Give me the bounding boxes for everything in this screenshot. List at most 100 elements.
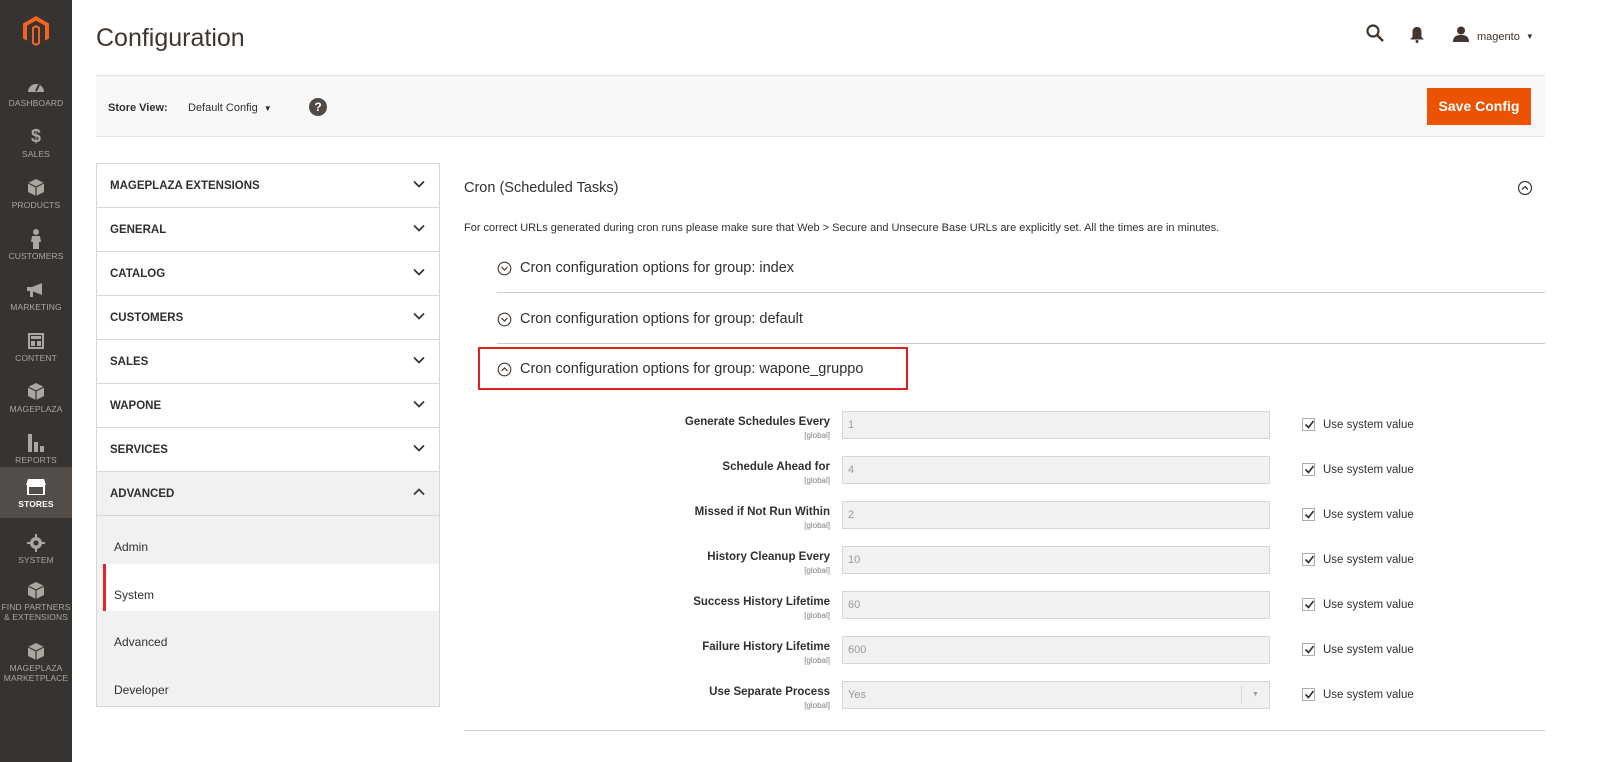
nav-label-line2: MARKETPLACE [3, 673, 69, 683]
checkbox[interactable] [1302, 553, 1315, 566]
expand-icon [497, 261, 512, 281]
checkbox[interactable] [1302, 508, 1315, 521]
use-system-value-checkbox[interactable]: Use system value [1302, 688, 1414, 701]
checkbox-label: Use system value [1323, 643, 1414, 656]
field-input[interactable]: 60 [842, 591, 1270, 619]
use-system-value-checkbox[interactable]: Use system value [1302, 463, 1414, 476]
use-system-value-checkbox[interactable]: Use system value [1302, 418, 1414, 431]
nav-label: DASHBOARD [8, 97, 64, 108]
advanced-subtabs: Admin System Advanced Developer [97, 516, 439, 706]
chevron-down-icon [413, 268, 425, 276]
section-title[interactable]: Cron (Scheduled Tasks) [464, 180, 618, 196]
tab-label: WAPONE [110, 400, 162, 412]
subtab-admin[interactable]: Admin [97, 516, 439, 564]
nav-customers[interactable]: CUSTOMERS [0, 219, 72, 270]
nav-label-line1: MAGEPLAZA [9, 663, 63, 673]
nav-dashboard[interactable]: DASHBOARD [0, 66, 72, 117]
tab-label: GENERAL [110, 224, 167, 236]
save-config-button[interactable]: Save Config [1427, 88, 1531, 125]
help-icon[interactable]: ? [309, 98, 327, 116]
checkbox-label: Use system value [1323, 598, 1414, 611]
field-row: Schedule Ahead for [global] 4 Use system… [500, 456, 1500, 486]
tab-advanced[interactable]: ADVANCED [97, 472, 439, 516]
tab-label: SERVICES [110, 444, 168, 456]
nav-label: PRODUCTS [11, 199, 61, 210]
use-system-value-checkbox[interactable]: Use system value [1302, 553, 1414, 566]
checkbox[interactable] [1302, 688, 1315, 701]
field-scope: [global] [804, 656, 830, 665]
nav-mageplaza-marketplace[interactable]: MAGEPLAZA MARKETPLACE [0, 634, 72, 690]
user-icon [1453, 26, 1469, 47]
field-scope: [global] [804, 431, 830, 440]
field-label: Use Separate Process [709, 686, 830, 698]
checkbox-label: Use system value [1323, 418, 1414, 431]
checkbox[interactable] [1302, 463, 1315, 476]
layout-icon [28, 331, 44, 351]
dollar-icon: $ [30, 126, 41, 146]
nav-label-line2: & EXTENSIONS [3, 612, 69, 622]
group-default-header[interactable]: Cron configuration options for group: de… [497, 294, 1545, 344]
group-index-header[interactable]: Cron configuration options for group: in… [497, 243, 1545, 293]
nav-label-line1: FIND PARTNERS [1, 602, 71, 612]
store-view-label: Store View: [108, 102, 168, 114]
tab-customers[interactable]: CUSTOMERS [97, 296, 439, 340]
field-input[interactable]: 10 [842, 546, 1270, 574]
user-menu[interactable]: magento ▼ [1453, 26, 1534, 47]
store-view-value: Default Config [188, 102, 258, 114]
nav-content[interactable]: CONTENT [0, 321, 72, 372]
subtab-label: System [114, 587, 155, 602]
nav-find-partners[interactable]: FIND PARTNERS & EXTENSIONS [0, 573, 72, 629]
field-label: Schedule Ahead for [722, 461, 830, 473]
field-input[interactable]: 4 [842, 456, 1270, 484]
magento-logo-icon[interactable] [0, 0, 72, 62]
subtab-system[interactable]: System [103, 563, 439, 611]
nav-stores[interactable]: STORES [0, 467, 72, 518]
use-system-value-checkbox[interactable]: Use system value [1302, 643, 1414, 656]
nav-label: MARKETING [10, 301, 62, 312]
checkbox[interactable] [1302, 643, 1315, 656]
checkbox[interactable] [1302, 598, 1315, 611]
tab-mageplaza-extensions[interactable]: MAGEPLAZA EXTENSIONS [97, 164, 439, 208]
field-select[interactable]: Yes ▼ [842, 681, 1270, 709]
field-scope: [global] [804, 611, 830, 620]
checkbox[interactable] [1302, 418, 1315, 431]
field-row: History Cleanup Every [global] 10 Use sy… [500, 546, 1500, 576]
nav-products[interactable]: PRODUCTS [0, 168, 72, 219]
use-system-value-checkbox[interactable]: Use system value [1302, 598, 1414, 611]
subtab-advanced[interactable]: Advanced [97, 611, 439, 659]
chevron-down-icon [413, 356, 425, 364]
search-icon[interactable] [1366, 24, 1384, 47]
cube-icon [28, 382, 44, 402]
field-label: History Cleanup Every [707, 551, 830, 563]
checkbox-label: Use system value [1323, 508, 1414, 521]
chevron-down-icon [413, 444, 425, 452]
select-value: Yes [848, 689, 866, 701]
tab-catalog[interactable]: CATALOG [97, 252, 439, 296]
collapse-icon[interactable] [1517, 180, 1533, 201]
chevron-down-icon: ▼ [1525, 32, 1534, 41]
tab-wapone[interactable]: WAPONE [97, 384, 439, 428]
checkbox-label: Use system value [1323, 553, 1414, 566]
field-input[interactable]: 600 [842, 636, 1270, 664]
checkbox-label: Use system value [1323, 688, 1414, 701]
chevron-down-icon [413, 400, 425, 408]
username: magento [1477, 30, 1520, 43]
nav-sales[interactable]: $ SALES [0, 117, 72, 168]
nav-label: CONTENT [15, 352, 57, 363]
tab-general[interactable]: GENERAL [97, 208, 439, 252]
tab-sales[interactable]: SALES [97, 340, 439, 384]
bell-icon[interactable] [1410, 27, 1424, 48]
tab-label: CUSTOMERS [110, 312, 184, 324]
tab-services[interactable]: SERVICES [97, 428, 439, 472]
nav-label: SALES [22, 148, 50, 159]
use-system-value-checkbox[interactable]: Use system value [1302, 508, 1414, 521]
bar-chart-icon [28, 433, 44, 453]
subtab-developer[interactable]: Developer [97, 659, 439, 707]
nav-marketing[interactable]: MARKETING [0, 270, 72, 321]
field-input[interactable]: 1 [842, 411, 1270, 439]
store-view-switcher[interactable]: Default Config ▼ [188, 102, 272, 114]
nav-system[interactable]: SYSTEM [0, 523, 72, 574]
field-label: Failure History Lifetime [702, 641, 830, 653]
nav-mageplaza[interactable]: MAGEPLAZA [0, 372, 72, 423]
field-input[interactable]: 2 [842, 501, 1270, 529]
